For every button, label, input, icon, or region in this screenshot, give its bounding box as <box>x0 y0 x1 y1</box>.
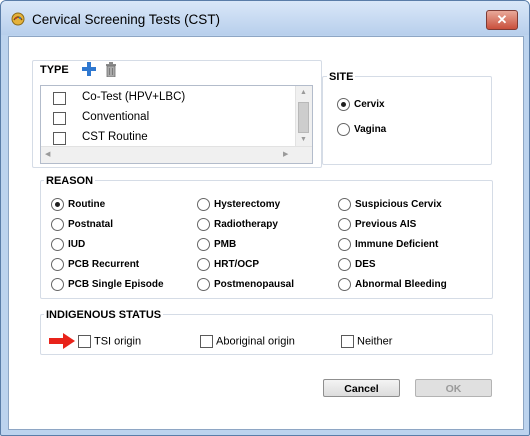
radio-button[interactable] <box>338 198 351 211</box>
radio-button[interactable] <box>338 238 351 251</box>
radio-button[interactable] <box>338 258 351 271</box>
title-bar[interactable]: Cervical Screening Tests (CST) ✕ <box>1 1 529 35</box>
site-label: SITE <box>327 71 356 83</box>
reason-label: REASON <box>44 175 96 187</box>
indigenous-checkbox[interactable] <box>78 335 91 348</box>
scroll-thumb[interactable] <box>298 102 309 133</box>
indigenous-option-tsi[interactable]: TSI origin <box>78 335 141 348</box>
type-label: TYPE <box>40 64 69 76</box>
reason-option-label: Postnatal <box>68 219 114 231</box>
reason-option-previous-ais[interactable]: Previous AIS <box>338 218 416 231</box>
reason-option-radiotherapy[interactable]: Radiotherapy <box>197 218 278 231</box>
site-option-vagina[interactable]: Vagina <box>337 123 386 136</box>
radio-button[interactable] <box>51 218 64 231</box>
vertical-scrollbar[interactable]: ▲ ▼ <box>295 86 312 148</box>
scroll-right-icon[interactable]: ▶ <box>283 150 288 158</box>
reason-option-suspicious-cervix[interactable]: Suspicious Cervix <box>338 198 442 211</box>
reason-option-label: PCB Recurrent <box>68 259 140 271</box>
reason-option-pmb[interactable]: PMB <box>197 238 236 251</box>
radio-button[interactable] <box>337 123 350 136</box>
reason-option-routine[interactable]: Routine <box>51 198 105 211</box>
indigenous-option-aboriginal[interactable]: Aboriginal origin <box>200 335 295 348</box>
add-icon[interactable] <box>81 61 97 77</box>
reason-option-label: Postmenopausal <box>214 279 295 291</box>
reason-option-label: Routine <box>68 199 106 211</box>
site-option-label: Cervix <box>354 99 385 111</box>
radio-button[interactable] <box>337 98 350 111</box>
close-button[interactable]: ✕ <box>486 10 518 30</box>
reason-option-hrt-ocp[interactable]: HRT/OCP <box>197 258 259 271</box>
app-icon <box>11 12 25 26</box>
reason-option-label: Suspicious Cervix <box>355 199 442 211</box>
indigenous-checkbox[interactable] <box>341 335 354 348</box>
indigenous-option-label: Neither <box>357 335 393 348</box>
reason-option-label: Hysterectomy <box>214 199 281 211</box>
type-listbox[interactable]: Co-Test (HPV+LBC) Conventional CST Routi… <box>40 85 313 164</box>
radio-button[interactable] <box>338 218 351 231</box>
reason-option-label: PMB <box>214 239 237 251</box>
dialog-body: TYPE Co-Test (HPV+LBC) Conventional CST <box>8 36 524 430</box>
radio-button[interactable] <box>197 278 210 291</box>
reason-option-label: HRT/OCP <box>214 259 259 271</box>
radio-button[interactable] <box>51 278 64 291</box>
site-option-label: Vagina <box>354 124 387 136</box>
radio-button[interactable] <box>197 238 210 251</box>
type-item-label: Co-Test (HPV+LBC) <box>82 91 186 103</box>
site-option-cervix[interactable]: Cervix <box>337 98 385 111</box>
reason-option-pcb-recurrent[interactable]: PCB Recurrent <box>51 258 139 271</box>
reason-option-label: Previous AIS <box>355 219 417 231</box>
radio-button[interactable] <box>51 258 64 271</box>
type-item-label: CST Routine <box>82 131 148 143</box>
radio-button[interactable] <box>51 198 64 211</box>
cancel-button[interactable]: Cancel <box>323 379 400 397</box>
radio-button[interactable] <box>197 218 210 231</box>
reason-option-postmenopausal[interactable]: Postmenopausal <box>197 278 294 291</box>
type-item-label: Conventional <box>82 111 150 123</box>
horizontal-scrollbar[interactable]: ◀ ▶ <box>41 146 312 163</box>
radio-button[interactable] <box>197 198 210 211</box>
reason-option-label: Radiotherapy <box>214 219 278 231</box>
reason-option-label: PCB Single Episode <box>68 279 164 291</box>
radio-button[interactable] <box>197 258 210 271</box>
scroll-down-icon[interactable]: ▼ <box>300 136 307 143</box>
scroll-left-icon[interactable]: ◀ <box>45 150 50 158</box>
reason-option-immune-deficient[interactable]: Immune Deficient <box>338 238 438 251</box>
indigenous-option-label: TSI origin <box>94 335 142 348</box>
indigenous-option-label: Aboriginal origin <box>216 335 295 348</box>
reason-option-pcb-single-episode[interactable]: PCB Single Episode <box>51 278 164 291</box>
radio-button[interactable] <box>51 238 64 251</box>
type-checkbox[interactable] <box>53 112 66 125</box>
reason-option-label: DES <box>355 259 376 271</box>
window-title: Cervical Screening Tests (CST) <box>32 12 221 27</box>
reason-option-hysterectomy[interactable]: Hysterectomy <box>197 198 280 211</box>
type-checkbox[interactable] <box>53 92 66 105</box>
site-group <box>322 76 492 165</box>
ok-button[interactable]: OK <box>415 379 492 397</box>
reason-option-postnatal[interactable]: Postnatal <box>51 218 113 231</box>
reason-option-label: IUD <box>68 239 86 251</box>
dialog-window: Cervical Screening Tests (CST) ✕ TYPE Co… <box>0 0 530 436</box>
reason-option-des[interactable]: DES <box>338 258 376 271</box>
reason-option-abnormal-bleeding[interactable]: Abnormal Bleeding <box>338 278 447 291</box>
indigenous-option-neither[interactable]: Neither <box>341 335 392 348</box>
close-icon: ✕ <box>496 12 508 27</box>
scroll-up-icon[interactable]: ▲ <box>300 89 307 96</box>
red-arrow-icon <box>49 333 75 349</box>
radio-button[interactable] <box>338 278 351 291</box>
reason-option-iud[interactable]: IUD <box>51 238 85 251</box>
type-checkbox[interactable] <box>53 132 66 145</box>
indigenous-status-label: INDIGENOUS STATUS <box>44 309 164 321</box>
reason-option-label: Immune Deficient <box>355 239 439 251</box>
indigenous-checkbox[interactable] <box>200 335 213 348</box>
reason-option-label: Abnormal Bleeding <box>355 279 447 291</box>
trash-icon[interactable] <box>104 62 118 77</box>
